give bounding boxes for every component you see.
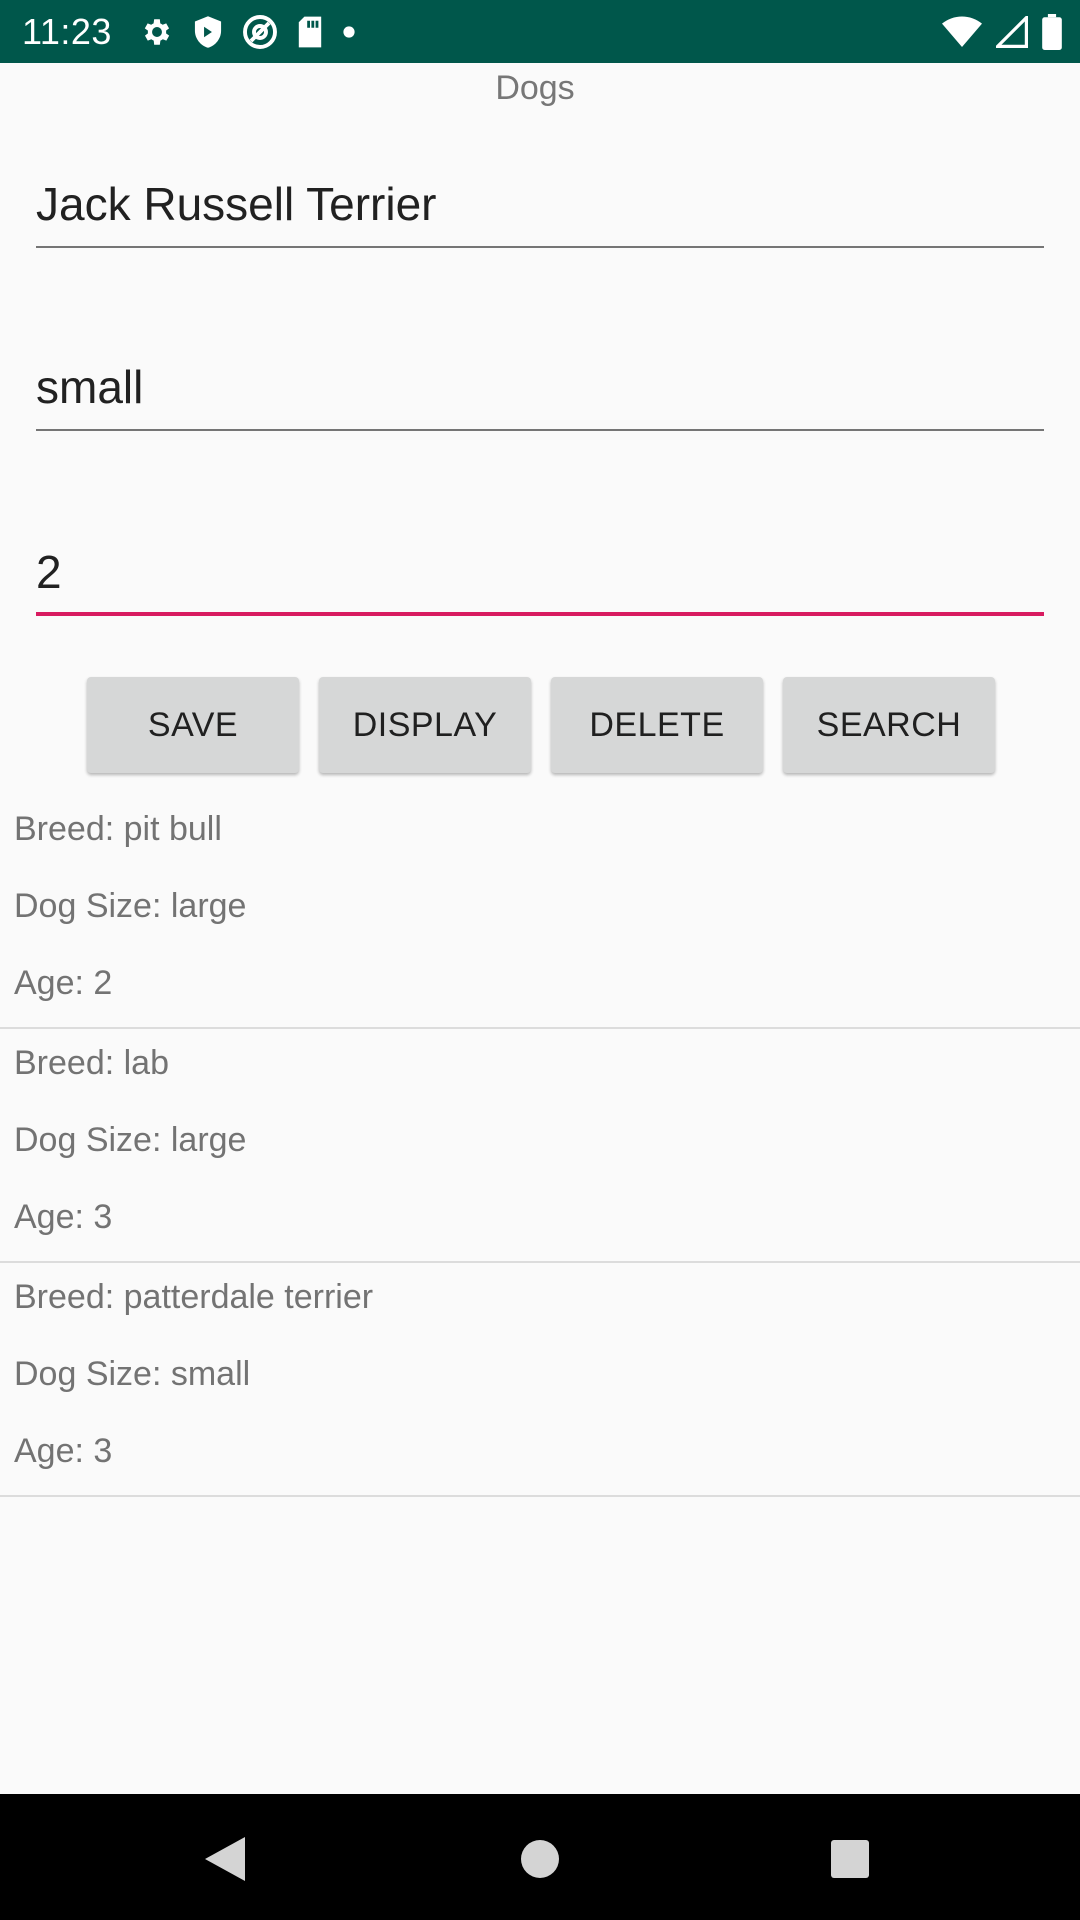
dog-age: Age: 3 [14,1432,113,1470]
list-item[interactable]: Breed: pit bull Dog Size: large Age: 2 [0,795,1080,1029]
signal-icon [996,16,1028,48]
size-field[interactable]: small [36,341,1044,431]
dog-age: Age: 2 [14,964,113,1002]
size-field-value: small [36,361,144,413]
breed-field-value: Jack Russell Terrier [36,178,437,230]
shield-icon [192,15,224,49]
wifi-icon [942,16,982,48]
breed-field[interactable]: Jack Russell Terrier [36,158,1044,248]
status-bar: 11:23 [0,0,1080,63]
dog-breed: Breed: patterdale terrier [14,1278,374,1316]
back-icon[interactable] [190,1824,260,1894]
dot-icon [342,25,356,39]
list-item[interactable]: Breed: patterdale terrier Dog Size: smal… [0,1263,1080,1497]
at-sign-icon [242,14,278,50]
search-button[interactable]: SEARCH [783,677,995,773]
dog-list: Breed: pit bull Dog Size: large Age: 2 B… [0,795,1080,1497]
battery-icon [1042,14,1062,50]
size-field-underline [36,429,1044,431]
age-field-underline [36,612,1044,616]
app-title: Dogs [495,69,575,107]
save-button[interactable]: SAVE [87,677,299,773]
list-item[interactable]: Breed: lab Dog Size: large Age: 3 [0,1029,1080,1263]
dog-size: Dog Size: small [14,1355,251,1393]
action-buttons: SAVE DISPLAY DELETE SEARCH [87,677,995,773]
dog-age: Age: 3 [14,1198,113,1236]
dog-breed: Breed: pit bull [14,810,222,848]
dog-size: Dog Size: large [14,887,247,925]
status-icons-right [942,12,1062,52]
age-field-value: 2 [36,546,62,598]
dog-size: Dog Size: large [14,1121,247,1159]
status-time: 11:23 [22,11,112,52]
sd-card-icon [296,15,324,49]
age-field[interactable]: 2 [36,526,1044,616]
navigation-bar [0,1794,1080,1920]
home-icon[interactable] [505,1824,575,1894]
recents-icon[interactable] [815,1824,885,1894]
gear-icon [140,15,174,49]
status-icons-left [140,12,356,52]
breed-field-underline [36,246,1044,248]
delete-button[interactable]: DELETE [551,677,763,773]
display-button[interactable]: DISPLAY [319,677,531,773]
dog-breed: Breed: lab [14,1044,169,1082]
